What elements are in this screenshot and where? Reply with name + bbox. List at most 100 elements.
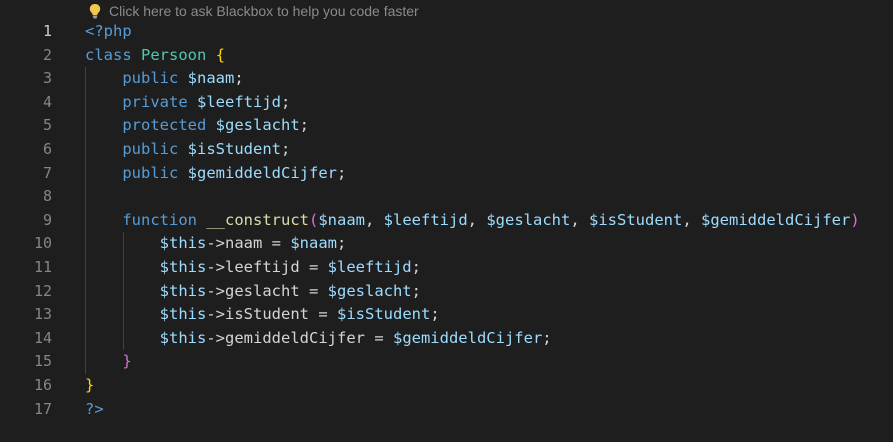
code-token: public	[122, 163, 179, 182]
line-number: 5	[42, 116, 52, 135]
code-line[interactable]: 6 public $isStudent;	[0, 138, 893, 162]
code-token: ?>	[85, 399, 104, 418]
code-token: ->	[206, 257, 225, 276]
code-token: ->	[206, 328, 225, 347]
code-token: =	[262, 234, 291, 253]
code-token: ;	[430, 305, 440, 324]
code-token: protected	[122, 116, 207, 135]
code-token: $gemiddeldCijfer	[187, 163, 337, 182]
line-number: 7	[42, 163, 52, 182]
code-token: ;	[411, 257, 421, 276]
line-code: function __construct($naam, $leeftijd, $…	[85, 209, 860, 233]
line-number: 15	[33, 352, 52, 371]
line-code: public $isStudent;	[85, 138, 290, 162]
code-token: ,	[467, 210, 487, 229]
code-token: private	[122, 92, 188, 111]
code-token: =	[364, 328, 393, 347]
line-number: 11	[33, 257, 52, 276]
code-token: $naam	[187, 69, 235, 88]
code-line[interactable]: 1 <?php	[0, 20, 893, 44]
blackbox-hint[interactable]: Click here to ask Blackbox to help you c…	[88, 1, 419, 21]
code-token: $gemiddeldCijfer	[701, 210, 851, 229]
code-editor[interactable]: 1 <?php 2 class Persoon {3 public $naam; 4 p…	[0, 20, 893, 442]
code-token: $naam	[290, 234, 337, 253]
code-token: $geslacht	[215, 116, 300, 135]
code-token: ;	[542, 328, 552, 347]
code-token: isStudent	[225, 305, 309, 324]
code-token: leeftijd	[225, 257, 300, 276]
line-number: 10	[33, 234, 52, 253]
code-line[interactable]: 13 $this->isStudent = $isStudent;	[0, 303, 893, 327]
code-token: gemiddeldCijfer	[225, 328, 365, 347]
code-token: $this	[159, 281, 207, 300]
indent-guide	[123, 232, 124, 351]
line-code: ?>	[85, 398, 104, 422]
code-token: $geslacht	[486, 210, 571, 229]
line-number: 2	[42, 45, 52, 64]
code-token: $isStudent	[187, 139, 281, 158]
code-line[interactable]: 3 public $naam;	[0, 67, 893, 91]
code-token: ->	[206, 281, 225, 300]
line-code: protected $geslacht;	[85, 114, 309, 138]
code-token: $isStudent	[337, 305, 431, 324]
hint-text: Click here to ask Blackbox to help you c…	[109, 3, 419, 19]
line-code: $this->geslacht = $geslacht;	[85, 280, 421, 304]
code-line[interactable]: 10 $this->naam = $naam;	[0, 232, 893, 256]
code-line[interactable]: 11 $this->leeftijd = $leeftijd;	[0, 256, 893, 280]
code-line[interactable]: 5 protected $geslacht;	[0, 114, 893, 138]
code-token: __construct	[206, 210, 309, 229]
code-token: ;	[411, 281, 421, 300]
code-token: ->	[206, 234, 225, 253]
code-token: ,	[570, 210, 590, 229]
code-token: ,	[365, 210, 384, 229]
lightbulb-icon	[89, 4, 101, 19]
line-code: }	[85, 374, 94, 398]
line-number: 13	[33, 305, 52, 324]
code-line[interactable]: 17 ?>	[0, 398, 893, 422]
line-number: 14	[33, 328, 52, 347]
code-token: $leeftijd	[383, 210, 468, 229]
code-line[interactable]: 2 class Persoon {	[0, 44, 893, 68]
code-line[interactable]: 9 function __construct($naam, $leeftijd,…	[0, 209, 893, 233]
code-token: $this	[159, 234, 207, 253]
code-token: ;	[281, 92, 291, 111]
code-token: ;	[336, 163, 347, 182]
indent-guide	[85, 67, 86, 374]
code-token: $gemiddeldCijfer	[392, 328, 543, 347]
code-token: public	[122, 139, 179, 158]
line-number: 9	[42, 210, 52, 229]
code-line[interactable]: 7 public $gemiddeldCijfer;	[0, 162, 893, 186]
line-code: $this->isStudent = $isStudent;	[85, 303, 440, 327]
code-token: =	[299, 257, 328, 276]
code-token: public	[122, 69, 179, 88]
code-line[interactable]: 12 $this->geslacht = $geslacht;	[0, 280, 893, 304]
code-line[interactable]: 8	[0, 185, 893, 209]
code-token: naam	[225, 234, 263, 253]
code-token: $this	[159, 328, 207, 347]
code-token: <?php	[85, 22, 132, 40]
line-number: 6	[42, 139, 52, 158]
code-token: class	[85, 45, 132, 64]
line-code: public $naam;	[85, 67, 243, 91]
code-token: )	[850, 210, 860, 229]
code-token: ,	[682, 210, 702, 229]
code-line[interactable]: 16}	[0, 374, 893, 398]
code-token: ;	[281, 139, 291, 158]
code-token: }	[122, 352, 132, 371]
code-line[interactable]: 15 }	[0, 350, 893, 374]
line-code: class Persoon {	[85, 44, 225, 68]
code-line[interactable]: 14 $this->gemiddeldCijfer = $gemiddeldCi…	[0, 327, 893, 351]
code-line[interactable]: 4 private $leeftijd;	[0, 91, 893, 115]
line-number: 8	[42, 187, 52, 206]
